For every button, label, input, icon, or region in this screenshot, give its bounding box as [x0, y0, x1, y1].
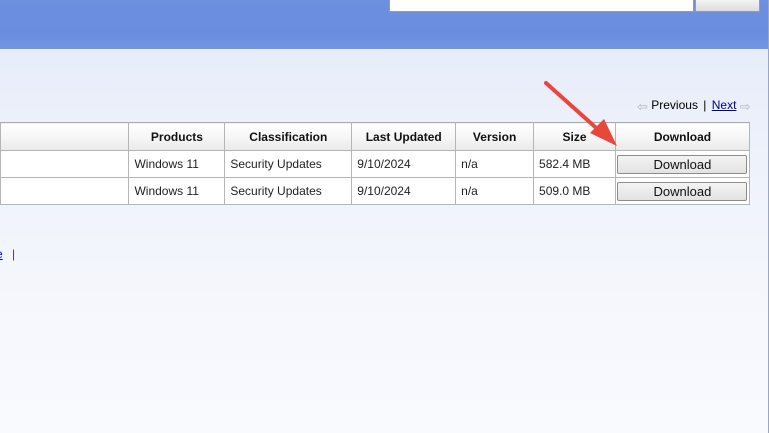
download-button[interactable]: Download [617, 154, 748, 174]
title-cell [0, 177, 130, 205]
search-input[interactable] [389, 0, 694, 12]
version-cell: n/a [455, 177, 535, 205]
truncated-link[interactable]: e [0, 247, 3, 261]
search-button[interactable] [695, 0, 760, 12]
pagination: ⇦ Previous | Next ⇨ [637, 98, 751, 116]
classification-column-header[interactable]: Classification [224, 122, 353, 151]
products-cell: Windows 11 [128, 177, 226, 205]
download-column-header: Download [614, 122, 751, 151]
previous-label: Previous [651, 98, 698, 112]
classification-cell: Security Updates [224, 177, 353, 205]
size-cell: 582.4 MB [533, 150, 616, 178]
title-cell [0, 150, 130, 178]
products-column-header[interactable]: Products [128, 122, 226, 151]
version-column-header[interactable]: Version [455, 122, 535, 151]
link-separator: | [12, 247, 16, 261]
download-button[interactable]: Download [617, 181, 748, 201]
last-updated-cell: 9/10/2024 [351, 177, 457, 205]
title-column-header[interactable] [0, 122, 130, 151]
size-cell: 509.0 MB [533, 177, 616, 205]
table-row: Windows 11 Security Updates 9/10/2024 n/… [0, 150, 751, 178]
size-column-header[interactable]: Size [533, 122, 616, 151]
arrow-left-icon: ⇦ [637, 99, 648, 114]
arrow-right-icon: ⇨ [739, 99, 751, 114]
annotation-arrow-icon [544, 81, 617, 146]
version-cell: n/a [455, 150, 535, 178]
header-band [0, 0, 769, 49]
pager-separator: | [703, 98, 707, 112]
results-table: Products Classification Last Updated Ver… [0, 122, 751, 205]
last-updated-cell: 9/10/2024 [351, 150, 457, 178]
products-cell: Windows 11 [128, 150, 226, 178]
download-cell: Download [614, 150, 751, 178]
next-link[interactable]: Next [712, 98, 737, 112]
last-updated-column-header[interactable]: Last Updated [351, 122, 457, 151]
page: ⇦ Previous | Next ⇨ Products Classificat… [0, 0, 769, 433]
classification-cell: Security Updates [224, 150, 353, 178]
table-row: Windows 11 Security Updates 9/10/2024 n/… [0, 177, 751, 205]
download-cell: Download [614, 177, 751, 205]
table-header-row: Products Classification Last Updated Ver… [0, 122, 751, 151]
